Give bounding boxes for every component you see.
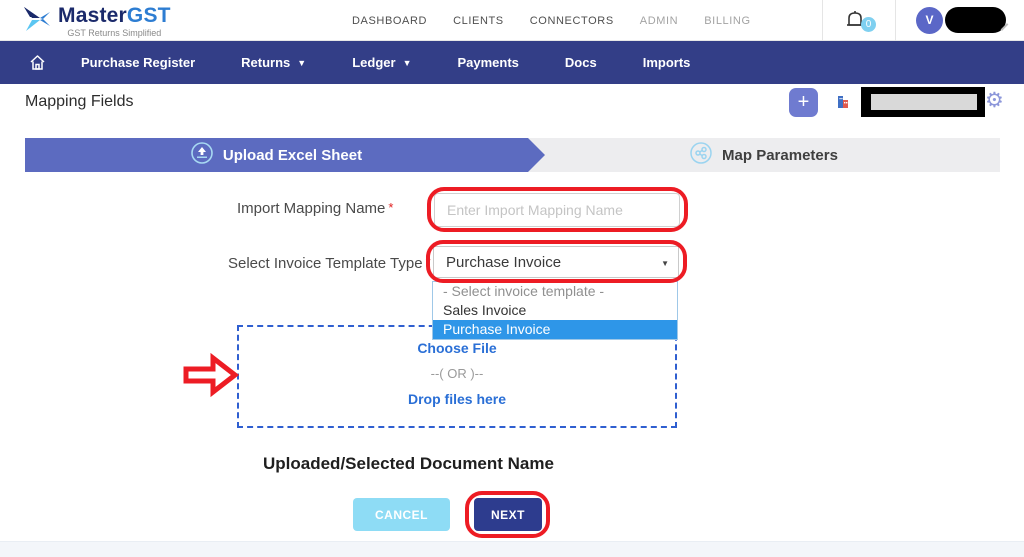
file-dropzone[interactable]: Choose File --( OR )-- Drop files here <box>237 325 677 428</box>
chevron-down-icon: ▼ <box>661 259 669 268</box>
logo-word-gst: GST <box>126 4 171 27</box>
document-name-heading: Uploaded/Selected Document Name <box>263 454 554 473</box>
chevron-down-icon: ▼ <box>297 57 307 68</box>
logo-word-master: Master <box>58 4 127 27</box>
step-map-parameters[interactable]: Map Parameters <box>528 138 1000 172</box>
notification-badge: 0 <box>861 17 876 32</box>
select-value: Purchase Invoice <box>446 253 562 271</box>
invoice-template-dropdown: - Select invoice template - Sales Invoic… <box>432 281 678 340</box>
logo-subtitle: GST Returns Simplified <box>67 28 162 38</box>
wizard-steps: Upload Excel Sheet Map Parameters <box>25 138 1000 172</box>
cancel-button[interactable]: CANCEL <box>353 498 450 531</box>
gear-icon[interactable]: ⚙ <box>985 86 1004 116</box>
invoice-template-type-label: Select Invoice Template Type * <box>228 255 431 272</box>
header-divider <box>895 0 896 41</box>
step-label: Map Parameters <box>722 146 838 164</box>
topnav-dashboard[interactable]: DASHBOARD <box>352 15 427 27</box>
import-mapping-name-label: Import Mapping Name * <box>237 200 394 217</box>
next-button[interactable]: NEXT <box>474 498 542 531</box>
navbar-item-payments[interactable]: Payments <box>434 55 541 70</box>
topnav-admin[interactable]: ADMIN <box>640 15 678 27</box>
logo-text: MasterGST GST Returns Simplified <box>58 5 171 38</box>
required-asterisk: * <box>425 255 431 270</box>
navbar-items: Purchase Register Returns ▼ Ledger ▼ Payme… <box>58 41 713 84</box>
app-window: MasterGST GST Returns Simplified DASHBOA… <box>0 0 1024 557</box>
home-icon[interactable] <box>29 54 46 76</box>
or-separator: --( OR )-- <box>430 366 484 381</box>
user-avatar[interactable]: V <box>916 7 943 34</box>
main-navbar: Purchase Register Returns ▼ Ledger ▼ Payme… <box>0 41 1024 117</box>
redacted-username <box>945 7 1006 33</box>
import-mapping-name-input[interactable] <box>434 193 680 227</box>
top-header: MasterGST GST Returns Simplified DASHBOA… <box>0 0 1024 41</box>
step-label: Upload Excel Sheet <box>222 146 363 164</box>
step-upload-excel-sheet[interactable]: Upload Excel Sheet <box>25 138 545 172</box>
topnav-billing[interactable]: BILLING <box>704 15 750 27</box>
chevron-down-icon: ▼ <box>402 57 412 68</box>
navbar-item-imports[interactable]: Imports <box>620 55 714 70</box>
add-button[interactable]: + <box>789 88 818 117</box>
navbar-item-docs[interactable]: Docs <box>542 55 620 70</box>
topnav-connectors[interactable]: CONNECTORS <box>530 15 614 27</box>
red-arrow-annotation <box>182 352 240 403</box>
drop-files-here-label: Drop files here <box>407 391 507 407</box>
required-asterisk: * <box>388 200 394 215</box>
navbar-item-returns[interactable]: Returns ▼ <box>218 55 329 70</box>
topnav-clients[interactable]: CLIENTS <box>453 15 504 27</box>
logo[interactable]: MasterGST GST Returns Simplified <box>20 3 171 40</box>
map-parameters-icon <box>690 142 712 168</box>
upload-icon <box>191 142 213 168</box>
company-icon[interactable] <box>828 87 858 117</box>
mastergst-logo-icon <box>20 3 52 40</box>
dropdown-option-placeholder[interactable]: - Select invoice template - <box>433 282 677 301</box>
page-title: Mapping Fields <box>25 93 134 110</box>
header-divider <box>822 0 823 41</box>
dropdown-option-sales-invoice[interactable]: Sales Invoice <box>433 301 677 320</box>
footer-strip <box>0 541 1024 557</box>
invoice-template-type-select[interactable]: Purchase Invoice ▼ <box>433 246 679 278</box>
top-nav: DASHBOARD CLIENTS CONNECTORS ADMIN BILLI… <box>352 0 751 41</box>
choose-file-link[interactable]: Choose File <box>239 340 675 356</box>
redacted-company-name <box>861 87 985 117</box>
dropdown-option-purchase-invoice[interactable]: Purchase Invoice <box>433 320 677 339</box>
navbar-item-ledger[interactable]: Ledger ▼ <box>329 55 434 70</box>
navbar-item-purchase-register[interactable]: Purchase Register <box>58 55 218 70</box>
